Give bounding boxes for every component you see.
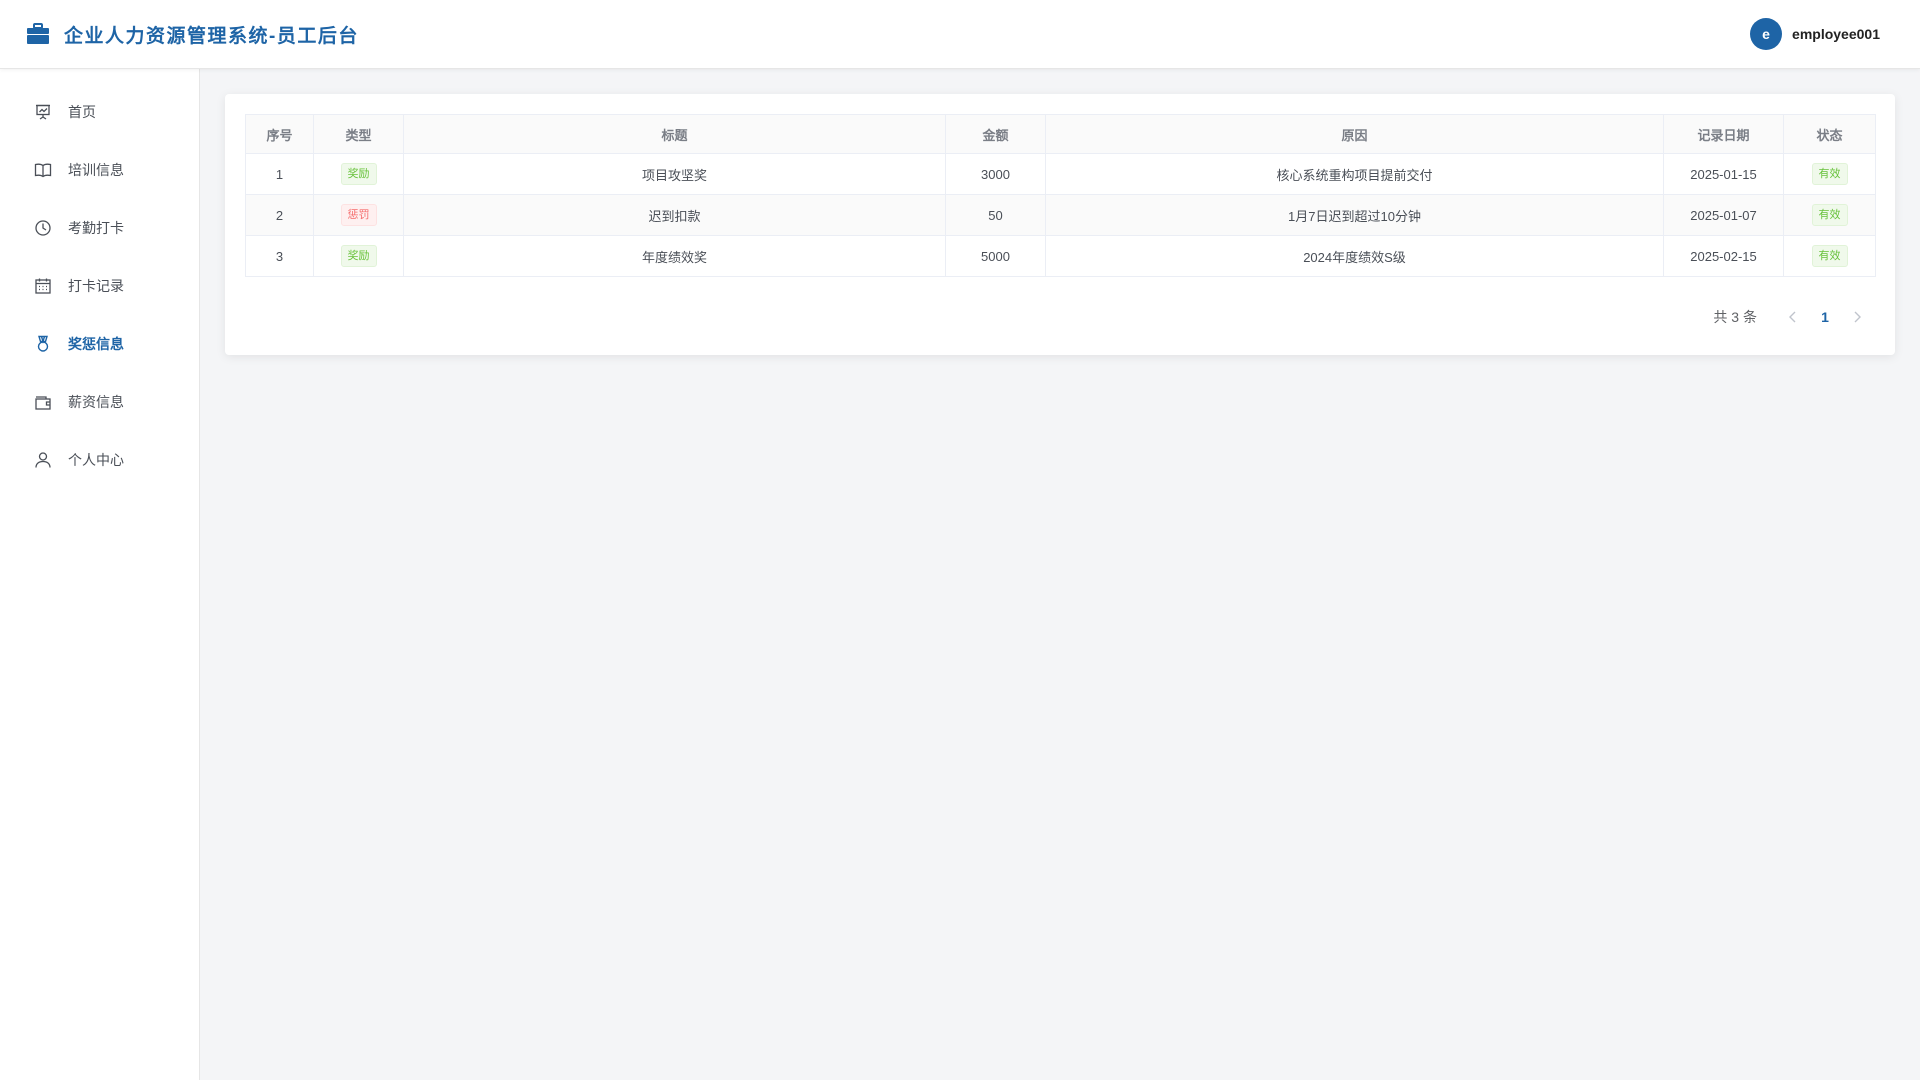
type-tag-reward: 奖励 bbox=[340, 245, 377, 267]
user-menu[interactable]: e employee001 bbox=[1750, 18, 1880, 50]
chevron-left-icon bbox=[1789, 311, 1796, 323]
status-badge: 有效 bbox=[1811, 245, 1848, 267]
cell-reason: 1月7日迟到超过10分钟 bbox=[1045, 194, 1664, 236]
sidebar-item-attendance[interactable]: 考勤打卡 bbox=[0, 199, 199, 257]
column-header-index: 序号 bbox=[245, 114, 314, 154]
cell-title: 项目攻坚奖 bbox=[403, 153, 946, 195]
medal-icon bbox=[37, 335, 49, 352]
next-page-button[interactable] bbox=[1843, 303, 1871, 331]
cell-status: 有效 bbox=[1783, 153, 1876, 195]
book-icon bbox=[34, 163, 52, 178]
sidebar-item-label: 薪资信息 bbox=[68, 394, 124, 410]
rewards-penalties-card: 序号 类型 标题 金额 原因 记录日期 状态 1 奖励 项目攻坚奖 3000 核… bbox=[225, 94, 1895, 355]
cell-status: 有效 bbox=[1783, 194, 1876, 236]
cell-amount: 50 bbox=[945, 194, 1046, 236]
avatar[interactable]: e bbox=[1750, 18, 1783, 50]
username[interactable]: employee001 bbox=[1792, 26, 1880, 42]
table-row: 2 惩罚 迟到扣款 50 1月7日迟到超过10分钟 2025-01-07 有效 bbox=[245, 194, 1876, 236]
table-row: 1 奖励 项目攻坚奖 3000 核心系统重构项目提前交付 2025-01-15 … bbox=[245, 153, 1876, 195]
sidebar-item-clock-records[interactable]: 打卡记录 bbox=[0, 257, 199, 315]
sidebar-item-label: 考勤打卡 bbox=[68, 220, 124, 236]
status-badge: 有效 bbox=[1811, 163, 1848, 185]
calendar-icon bbox=[35, 278, 51, 294]
rewards-penalties-table: 序号 类型 标题 金额 原因 记录日期 状态 1 奖励 项目攻坚奖 3000 核… bbox=[245, 114, 1876, 277]
cell-title: 年度绩效奖 bbox=[403, 235, 946, 277]
app-title: 企业人力资源管理系统-员工后台 bbox=[64, 25, 359, 47]
type-tag-penalty: 惩罚 bbox=[340, 204, 377, 226]
table-header-row: 序号 类型 标题 金额 原因 记录日期 状态 bbox=[245, 114, 1876, 154]
sidebar-item-training[interactable]: 培训信息 bbox=[0, 141, 199, 199]
sidebar-item-label: 首页 bbox=[68, 104, 96, 120]
cell-type: 惩罚 bbox=[313, 194, 404, 236]
table-row: 3 奖励 年度绩效奖 5000 2024年度绩效S级 2025-02-15 有效 bbox=[245, 235, 1876, 277]
page-number-button[interactable]: 1 bbox=[1807, 303, 1843, 331]
cell-type: 奖励 bbox=[313, 235, 404, 277]
sidebar-item-label: 奖惩信息 bbox=[68, 336, 124, 352]
column-header-date: 记录日期 bbox=[1663, 114, 1784, 154]
sidebar: 首页 培训信息 考勤打卡 打卡记录 奖惩信息 薪资信息 个人中心 bbox=[0, 69, 200, 1080]
cell-type: 奖励 bbox=[313, 153, 404, 195]
sidebar-item-home[interactable]: 首页 bbox=[0, 83, 199, 141]
column-header-status: 状态 bbox=[1783, 114, 1876, 154]
type-tag-reward: 奖励 bbox=[340, 163, 377, 185]
cell-title: 迟到扣款 bbox=[403, 194, 946, 236]
cell-date: 2025-02-15 bbox=[1663, 235, 1784, 277]
prev-page-button[interactable] bbox=[1779, 303, 1807, 331]
top-header: 企业人力资源管理系统-员工后台 e employee001 bbox=[0, 0, 1920, 69]
brand: 企业人力资源管理系统-员工后台 bbox=[26, 21, 359, 48]
cell-index: 1 bbox=[245, 153, 314, 195]
column-header-amount: 金额 bbox=[945, 114, 1046, 154]
user-icon bbox=[35, 452, 51, 468]
sidebar-item-label: 个人中心 bbox=[68, 452, 124, 468]
sidebar-item-label: 培训信息 bbox=[68, 162, 124, 178]
cell-reason: 2024年度绩效S级 bbox=[1045, 235, 1664, 277]
cell-reason: 核心系统重构项目提前交付 bbox=[1045, 153, 1664, 195]
sidebar-item-rewards-penalties[interactable]: 奖惩信息 bbox=[0, 315, 199, 373]
cell-index: 3 bbox=[245, 235, 314, 277]
pagination: 共 3 条 1 bbox=[245, 303, 1875, 331]
column-header-title: 标题 bbox=[403, 114, 946, 154]
cell-amount: 5000 bbox=[945, 235, 1046, 277]
column-header-reason: 原因 bbox=[1045, 114, 1664, 154]
column-header-type: 类型 bbox=[313, 114, 404, 154]
status-badge: 有效 bbox=[1811, 204, 1848, 226]
wallet-icon bbox=[35, 396, 51, 410]
cell-date: 2025-01-15 bbox=[1663, 153, 1784, 195]
chevron-right-icon bbox=[1854, 311, 1861, 323]
presentation-icon bbox=[36, 104, 50, 120]
sidebar-item-salary[interactable]: 薪资信息 bbox=[0, 373, 199, 431]
cell-date: 2025-01-07 bbox=[1663, 194, 1784, 236]
sidebar-item-label: 打卡记录 bbox=[68, 278, 124, 294]
clock-icon bbox=[35, 220, 51, 236]
cell-amount: 3000 bbox=[945, 153, 1046, 195]
sidebar-item-profile[interactable]: 个人中心 bbox=[0, 431, 199, 489]
cell-status: 有效 bbox=[1783, 235, 1876, 277]
pagination-total: 共 3 条 bbox=[1713, 309, 1757, 325]
main-content: 序号 类型 标题 金额 原因 记录日期 状态 1 奖励 项目攻坚奖 3000 核… bbox=[200, 69, 1920, 1080]
briefcase-icon bbox=[27, 23, 49, 44]
cell-index: 2 bbox=[245, 194, 314, 236]
